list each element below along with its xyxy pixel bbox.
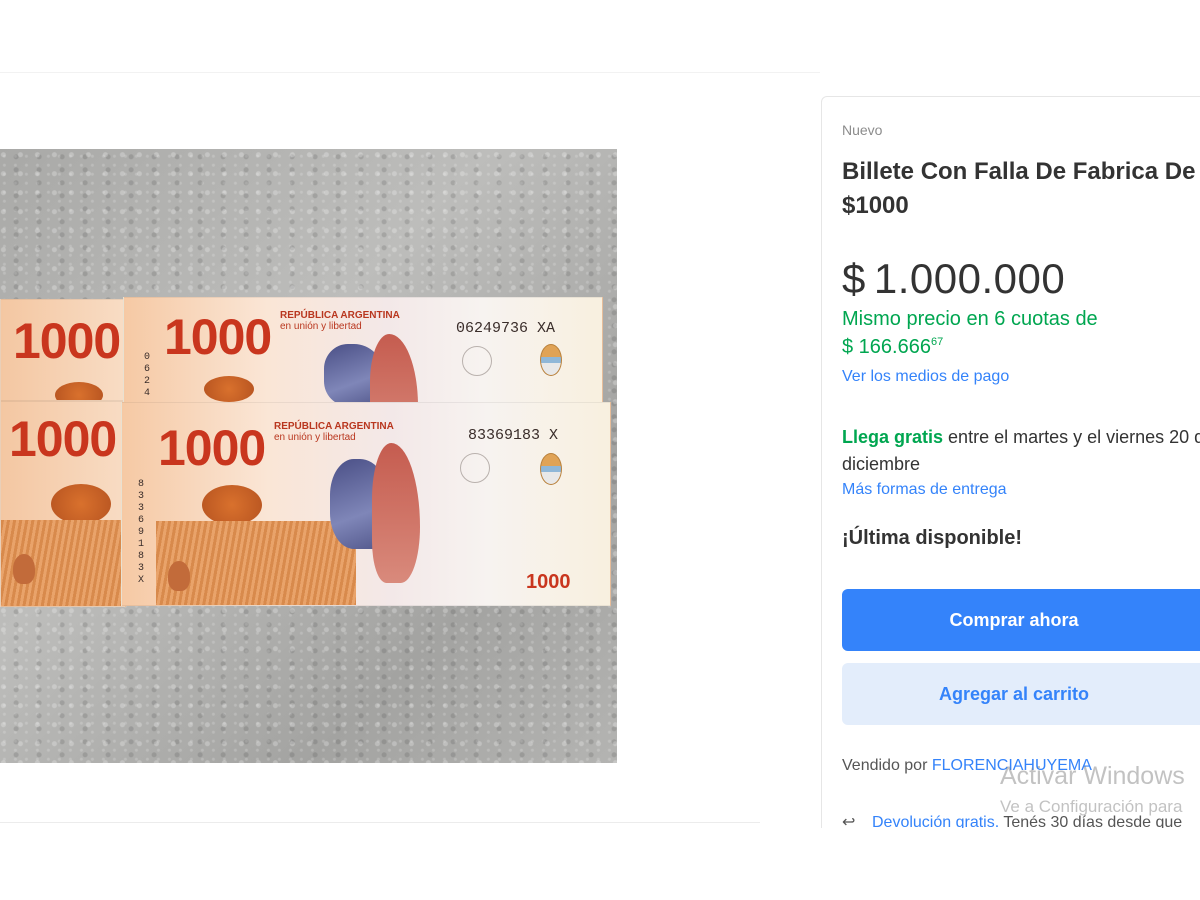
map-illustration xyxy=(372,443,420,583)
vertical-serial: 0624 xyxy=(144,352,151,399)
tree-illustration xyxy=(51,484,111,524)
tree-illustration xyxy=(204,376,254,402)
installments-cents: 67 xyxy=(930,336,944,348)
compass-illustration xyxy=(462,346,492,376)
free-shipping-label: Llega gratis xyxy=(842,427,944,447)
corner-value: 1000 xyxy=(526,571,571,593)
banknote-value: 1000 xyxy=(9,411,117,467)
top-band xyxy=(0,0,1200,72)
installments-amount: $ 166.666 xyxy=(842,336,931,358)
bottom-band xyxy=(0,828,1200,900)
tree-illustration xyxy=(202,485,262,525)
shipping-options-link[interactable]: Más formas de entrega xyxy=(842,481,1007,499)
banknote-top: 1000 REPÚBLICA ARGENTINA en unión y libe… xyxy=(123,297,603,403)
serial-number: 06249736 XA xyxy=(456,320,556,337)
product-photo[interactable]: 1000 1000 1000 REPÚBLICA ARGENTINA en un… xyxy=(0,149,617,763)
coat-of-arms xyxy=(540,344,562,376)
stock-status: ¡Última disponible! xyxy=(842,527,1022,549)
bird-illustration xyxy=(168,561,190,591)
map-illustration xyxy=(370,334,418,402)
coat-of-arms xyxy=(540,453,562,485)
windows-activation-hint: Ve a Configuración para xyxy=(1000,797,1183,816)
buy-now-button[interactable]: Comprar ahora xyxy=(842,589,1200,651)
shipping-info: Llega gratis entre el martes y el vierne… xyxy=(842,424,1200,478)
banknote-bottom: 1000 REPÚBLICA ARGENTINA en unión y libe… xyxy=(121,402,611,606)
product-title: Billete Con Falla De Fabrica De $1000 xyxy=(842,158,1196,219)
bird-illustration xyxy=(13,554,35,584)
add-to-cart-button[interactable]: Agregar al carrito xyxy=(842,663,1200,725)
buy-now-label: Comprar ahora xyxy=(949,610,1079,630)
issuer-text: REPÚBLICA ARGENTINA en unión y libertad xyxy=(274,421,394,443)
banknote-value: 1000 xyxy=(158,420,266,476)
add-to-cart-label: Agregar al carrito xyxy=(938,684,1090,704)
divider xyxy=(0,822,760,823)
currency-symbol: $ xyxy=(842,255,866,302)
price: $1.000.000 xyxy=(842,255,1065,303)
compass-illustration xyxy=(460,453,490,483)
payment-methods-link[interactable]: Ver los medios de pago xyxy=(842,368,1009,386)
banknote-partial-top: 1000 xyxy=(0,299,124,401)
issuer-text: REPÚBLICA ARGENTINA en unión y libertad xyxy=(280,310,400,332)
grass-illustration xyxy=(156,521,356,605)
price-amount: 1.000.000 xyxy=(873,255,1066,302)
installments-text: Mismo precio en 6 cuotas de xyxy=(842,308,1098,330)
vertical-serial: 83369183X xyxy=(138,479,145,586)
installments-info: Mismo precio en 6 cuotas de $ 166.66667 xyxy=(842,308,1182,359)
banknote-partial-bottom: 1000 xyxy=(0,401,126,607)
seller-label: Vendido por xyxy=(842,757,928,774)
serial-number: 83369183 X xyxy=(468,427,559,444)
condition-label: Nuevo xyxy=(842,122,883,138)
tree-illustration xyxy=(55,382,103,400)
divider xyxy=(0,72,820,73)
banknote-value: 1000 xyxy=(164,309,272,365)
banknote-value: 1000 xyxy=(13,313,121,369)
windows-activation-watermark: Activar Windows xyxy=(1000,762,1185,790)
